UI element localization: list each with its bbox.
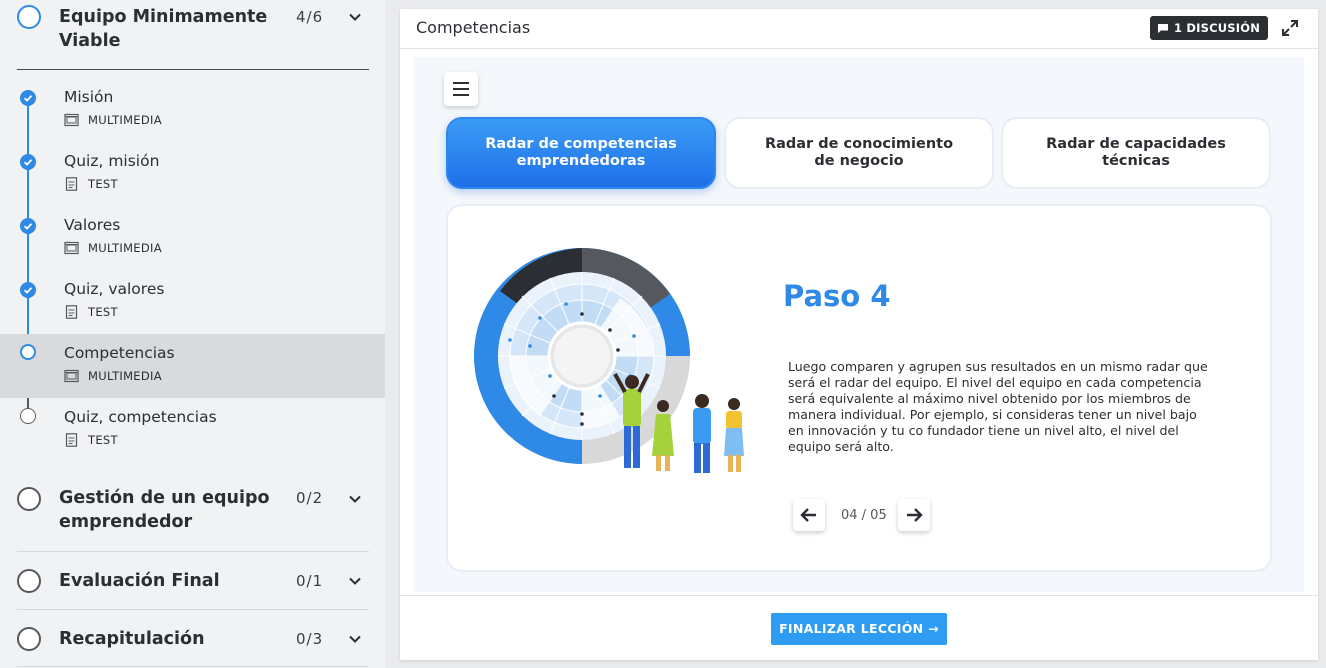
section-title: Equipo Minimamente Viable — [59, 5, 267, 53]
finish-lesson-button[interactable]: FINALIZAR LECCIÓN → — [771, 613, 947, 645]
arrow-right-icon — [907, 508, 923, 522]
current-lesson-indicator — [20, 344, 36, 360]
section-title-line1: Gestión de un equipo — [59, 488, 270, 508]
section-divider — [17, 69, 369, 70]
section-recapitulacion[interactable]: Recapitulación 0/3 — [0, 618, 385, 666]
lesson-title: Quiz, competencias — [64, 408, 217, 426]
discussion-label: 1 DISCUSIÓN — [1174, 21, 1261, 35]
course-sidebar: Equipo Minimamente Viable 4/6 Misión MUL… — [0, 0, 385, 668]
section-gestion-equipo[interactable]: Gestión de un equipo emprendedor 0/2 — [0, 480, 385, 550]
test-icon — [65, 177, 78, 191]
section-count: 0/3 — [296, 630, 324, 648]
lesson-title: Quiz, valores — [64, 280, 165, 298]
lesson-item-quiz-mision[interactable]: Quiz, misión TEST — [0, 144, 385, 208]
check-icon — [20, 282, 36, 298]
section-title: Recapitulación — [59, 629, 205, 649]
lesson-item-competencias[interactable]: Competencias MULTIMEDIA — [0, 334, 385, 398]
lesson-type: TEST — [88, 177, 118, 191]
lesson-footer: FINALIZAR LECCIÓN → — [400, 595, 1318, 660]
lesson-type: TEST — [88, 305, 118, 319]
section-equipo-minimamente-viable[interactable]: Equipo Minimamente Viable 4/6 — [0, 0, 385, 70]
lesson-title: Misión — [64, 88, 114, 106]
section-divider — [17, 609, 369, 610]
section-title-line1: Equipo Minimamente — [59, 7, 268, 27]
section-divider — [17, 666, 369, 667]
previous-step-button[interactable] — [793, 499, 825, 531]
lesson-item-valores[interactable]: Valores MULTIMEDIA — [0, 208, 385, 272]
radar-illustration — [474, 248, 744, 473]
chevron-down-icon[interactable] — [347, 9, 363, 25]
arrow-left-icon — [800, 508, 816, 522]
discussion-button[interactable]: 1 DISCUSIÓN — [1150, 16, 1269, 40]
chevron-down-icon[interactable] — [347, 491, 363, 507]
section-progress-circle — [17, 487, 41, 511]
test-icon — [65, 305, 78, 319]
section-divider — [17, 551, 369, 552]
chevron-down-icon[interactable] — [347, 631, 363, 647]
section-title: Gestión de un equipo emprendedor — [59, 486, 270, 534]
finish-lesson-label: FINALIZAR LECCIÓN — [779, 621, 924, 636]
next-step-button[interactable] — [898, 499, 930, 531]
section-count: 0/2 — [296, 489, 324, 507]
check-icon — [20, 218, 36, 234]
lesson-title: Competencias — [416, 18, 531, 37]
step-description: Luego comparen y agrupen sus resultados … — [788, 359, 1208, 454]
check-icon — [20, 154, 36, 170]
lesson-header: Competencias 1 DISCUSIÓN — [400, 9, 1318, 49]
lesson-title: Competencias — [64, 344, 175, 362]
lesson-panel: Competencias 1 DISCUSIÓN Radar de compet… — [400, 9, 1318, 660]
multimedia-icon — [64, 113, 79, 127]
section-title-line2: Viable — [59, 31, 121, 51]
multimedia-icon — [64, 369, 79, 383]
section-title: Evaluación Final — [59, 571, 220, 591]
multimedia-icon — [64, 241, 79, 255]
section-progress-circle — [17, 569, 41, 593]
section-progress-circle — [17, 627, 41, 651]
step-pager: 04 / 05 — [841, 508, 887, 523]
expand-icon[interactable] — [1280, 18, 1300, 38]
chat-icon — [1158, 24, 1168, 33]
lesson-title: Quiz, misión — [64, 152, 160, 170]
lesson-item-quiz-valores[interactable]: Quiz, valores TEST — [0, 272, 385, 336]
section-evaluacion-final[interactable]: Evaluación Final 0/1 — [0, 560, 385, 608]
arrow-right-icon: → — [928, 621, 939, 636]
lesson-title: Valores — [64, 216, 121, 234]
check-icon — [20, 90, 36, 106]
lesson-type: MULTIMEDIA — [88, 113, 162, 127]
lesson-type: TEST — [88, 433, 118, 447]
chevron-down-icon[interactable] — [347, 573, 363, 589]
lesson-item-quiz-competencias[interactable]: Quiz, competencias TEST — [0, 400, 385, 464]
step-title: Paso 4 — [783, 279, 891, 313]
section-title-line2: emprendedor — [59, 512, 193, 532]
step-card: Paso 4 Luego comparen y agrupen sus resu… — [446, 204, 1272, 572]
lesson-content: Radar de competencias emprendedoras Rada… — [414, 57, 1304, 592]
section-progress-circle — [17, 5, 41, 29]
test-icon — [65, 433, 78, 447]
section-count: 4/6 — [296, 8, 324, 26]
lesson-type: MULTIMEDIA — [88, 369, 162, 383]
tab-radar-capacidades[interactable]: Radar de capacidades técnicas — [1001, 117, 1271, 189]
menu-icon[interactable] — [444, 72, 478, 106]
lesson-type: MULTIMEDIA — [88, 241, 162, 255]
tab-radar-competencias[interactable]: Radar de competencias emprendedoras — [446, 117, 716, 189]
section-count: 0/1 — [296, 572, 324, 590]
lesson-item-mision[interactable]: Misión MULTIMEDIA — [0, 80, 385, 144]
pending-lesson-indicator — [20, 408, 36, 424]
tab-radar-conocimiento[interactable]: Radar de conocimiento de negocio — [724, 117, 994, 189]
